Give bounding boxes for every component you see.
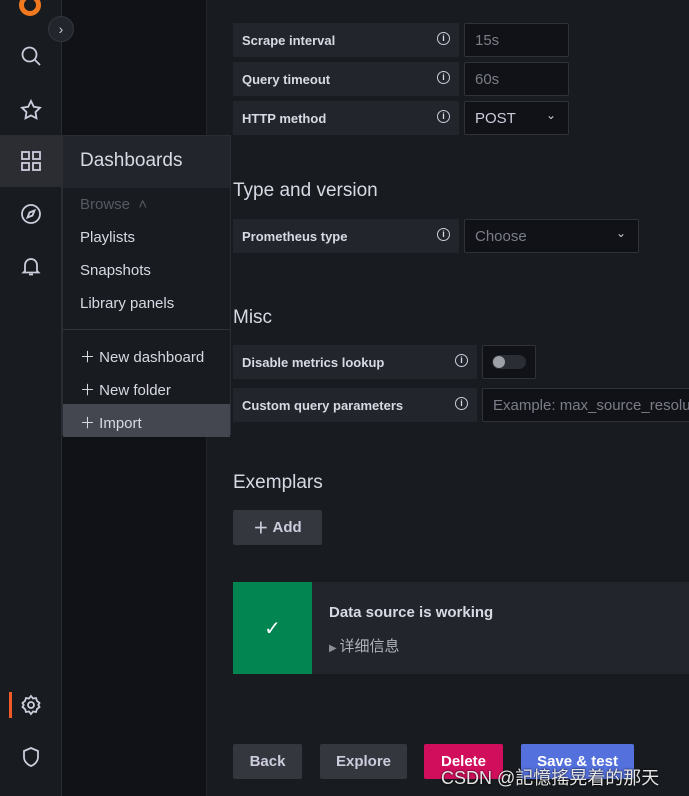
prometheus-type-select[interactable]: Choose ⌄: [464, 219, 639, 253]
info-icon[interactable]: i: [437, 32, 450, 45]
grafana-logo[interactable]: [19, 0, 41, 16]
info-icon[interactable]: i: [455, 397, 468, 410]
http-method-label: HTTP method i: [233, 101, 459, 135]
chevron-up-icon: ˄: [134, 196, 148, 213]
dashboards-menu: Dashboards Browse ˄ Playlists Snapshots …: [62, 135, 231, 437]
menu-item-browse[interactable]: Browse ˄: [63, 188, 230, 221]
section-heading-type-version: Type and version: [233, 180, 378, 201]
compass-icon[interactable]: [0, 188, 62, 240]
prometheus-type-label: Prometheus type i: [233, 219, 459, 253]
menu-item-import[interactable]: ＋ Import: [63, 404, 230, 437]
menu-item-library-panels[interactable]: Library panels: [63, 287, 230, 320]
info-icon[interactable]: i: [455, 354, 468, 367]
custom-query-label: Custom query parameters i: [233, 388, 477, 422]
disable-metrics-label: Disable metrics lookup i: [233, 345, 477, 379]
explore-button[interactable]: Explore: [320, 744, 407, 779]
menu-title[interactable]: Dashboards: [63, 136, 230, 188]
query-timeout-label: Query timeout i: [233, 62, 459, 96]
shield-icon[interactable]: [0, 731, 62, 783]
query-timeout-input[interactable]: 60s: [464, 62, 569, 96]
info-icon[interactable]: i: [437, 228, 450, 241]
plus-icon: ＋: [80, 382, 100, 399]
bell-icon[interactable]: [0, 240, 62, 292]
http-method-select[interactable]: POST ⌄: [464, 101, 569, 135]
section-heading-exemplars: Exemplars: [233, 472, 323, 493]
chevron-down-icon: ⌄: [545, 108, 556, 122]
back-button[interactable]: Back: [233, 744, 302, 779]
scrape-interval-label: Scrape interval i: [233, 23, 459, 57]
watermark: CSDN @記憶搖晃着的那天: [441, 768, 660, 788]
expand-menu-button[interactable]: ›: [48, 16, 74, 42]
check-icon: ✓: [233, 582, 312, 674]
scrape-interval-input[interactable]: 15s: [464, 23, 569, 57]
star-icon[interactable]: [0, 84, 62, 136]
apps-icon[interactable]: [0, 135, 62, 187]
alert-details-toggle[interactable]: ▶ 详细信息: [329, 635, 399, 656]
menu-item-new-dashboard[interactable]: ＋ New dashboard: [63, 338, 230, 371]
sidebar: [0, 0, 62, 796]
alert-title: Data source is working: [329, 604, 494, 621]
caret-right-icon: ▶: [329, 643, 340, 654]
disable-metrics-toggle[interactable]: [482, 345, 536, 379]
menu-item-playlists[interactable]: Playlists: [63, 221, 230, 254]
plus-icon: ＋: [80, 349, 100, 366]
status-alert: ✓ Data source is working ▶ 详细信息: [233, 582, 689, 674]
add-exemplar-button[interactable]: ＋ Add: [233, 510, 322, 545]
menu-item-snapshots[interactable]: Snapshots: [63, 254, 230, 287]
gear-icon[interactable]: [0, 679, 62, 731]
custom-query-input[interactable]: Example: max_source_resolution=5m&timeou…: [482, 388, 689, 422]
chevron-down-icon: ⌄: [615, 226, 626, 240]
section-heading-misc: Misc: [233, 307, 273, 328]
plus-icon: ＋: [253, 520, 273, 537]
menu-item-new-folder[interactable]: ＋ New folder: [63, 371, 230, 404]
plus-icon: ＋: [80, 415, 100, 432]
info-icon[interactable]: i: [437, 110, 450, 123]
info-icon[interactable]: i: [437, 71, 450, 84]
divider: [63, 329, 230, 330]
